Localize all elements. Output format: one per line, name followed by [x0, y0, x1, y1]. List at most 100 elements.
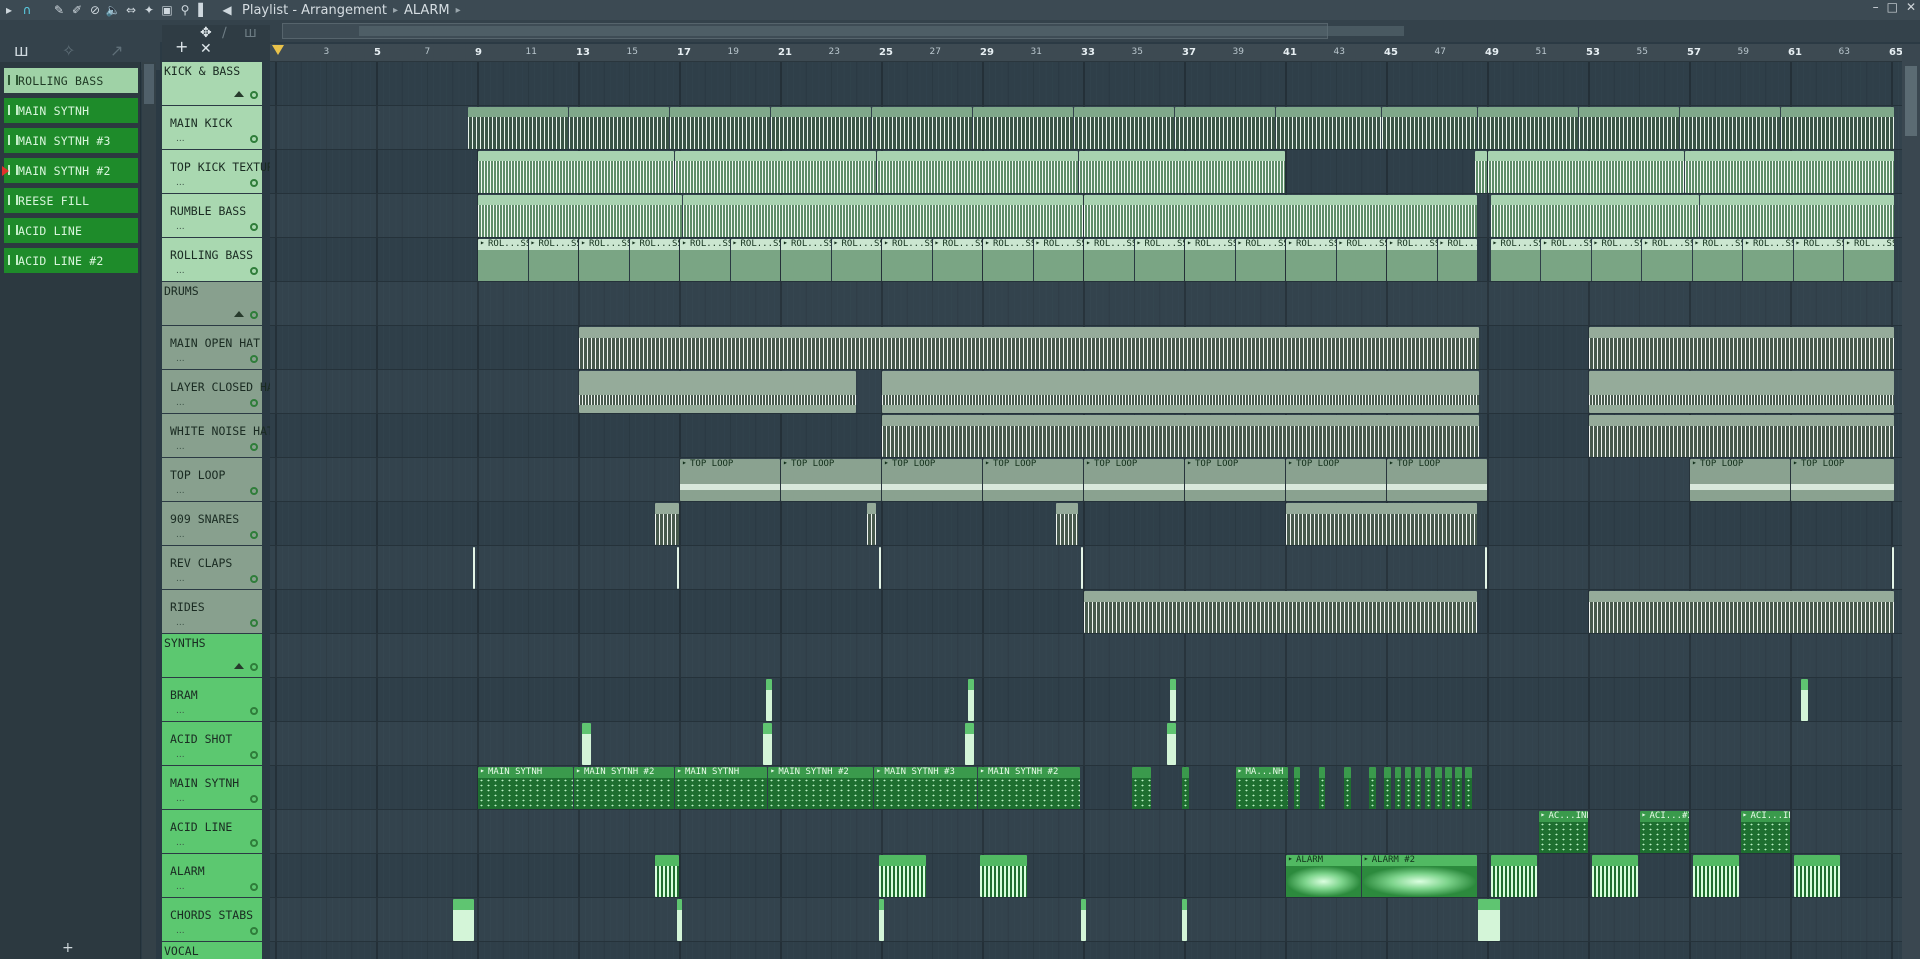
pattern-clip[interactable]	[972, 107, 1073, 149]
pattern-clip[interactable]	[1424, 767, 1432, 809]
pattern-clip[interactable]	[1174, 107, 1275, 149]
pattern-clip[interactable]: TOP LOOP	[680, 459, 780, 501]
pattern-clip[interactable]	[1078, 151, 1285, 193]
pattern-clip[interactable]	[965, 723, 975, 765]
pattern-clip[interactable]	[1369, 767, 1376, 809]
pattern-clip[interactable]	[1394, 767, 1402, 809]
track-options[interactable]: ...	[176, 706, 185, 716]
pattern-clip[interactable]: ROL...SS	[1642, 239, 1692, 281]
pattern-clip[interactable]: TOP LOOP	[1185, 459, 1285, 501]
track-header[interactable]: TOP KICK TEXTURE...	[162, 150, 281, 194]
add-track-icon[interactable]: +	[175, 37, 188, 56]
track-options[interactable]: ...	[176, 398, 185, 408]
pattern-clip[interactable]	[882, 371, 1480, 413]
pattern-clip[interactable]	[1692, 855, 1740, 897]
pattern-clip[interactable]: TOP LOOP	[1084, 459, 1184, 501]
pattern-view-icon[interactable]: ш	[14, 41, 29, 60]
mute-tool-icon[interactable]: 🔈	[104, 1, 122, 19]
pattern-clip[interactable]	[1488, 151, 1684, 193]
timeline-ruler[interactable]: 3 5 7 9 11 13 15 17 19 21 23 25 27 29 31 33 35 37 39 41 43 45…	[270, 44, 1903, 62]
track-mute-led-icon[interactable]	[250, 883, 258, 891]
picker-item[interactable]: MAIN SYTNH	[4, 98, 138, 123]
picker-scroll-thumb[interactable]	[144, 64, 154, 104]
track-header[interactable]: WHITE NOISE HAT...	[162, 414, 274, 458]
pattern-clip[interactable]: ROL...SS	[1235, 239, 1285, 281]
pattern-clip[interactable]	[1578, 107, 1679, 149]
pattern-clip[interactable]: AC...INE	[1538, 811, 1588, 853]
track-lane[interactable]	[270, 282, 1902, 326]
pattern-clip[interactable]	[980, 855, 1028, 897]
pattern-clip[interactable]: ALARM	[1286, 855, 1361, 897]
pattern-clip[interactable]	[1477, 899, 1500, 941]
pattern-clip[interactable]	[1318, 767, 1326, 809]
pattern-clip[interactable]: MAIN SYTNH	[674, 767, 768, 809]
track-mute-led-icon[interactable]	[250, 707, 258, 715]
pattern-clip[interactable]: ROL...SS	[1336, 239, 1386, 281]
track-header[interactable]: ALARM...	[162, 854, 262, 898]
track-mute-led-icon[interactable]	[250, 443, 258, 451]
pattern-clip[interactable]: MAIN SYTNH #2	[573, 767, 674, 809]
collapse-group-icon[interactable]	[234, 663, 244, 669]
pattern-clip[interactable]: ROL...SS	[1437, 239, 1477, 281]
move-icon[interactable]: ✥	[200, 25, 212, 41]
track-header[interactable]: CHORDS STABS...	[162, 898, 262, 942]
slip-tool-icon[interactable]: ⇔	[122, 1, 140, 19]
pattern-clip[interactable]: ROL...SS	[1541, 239, 1591, 281]
pattern-clip[interactable]	[1591, 855, 1639, 897]
pattern-clip[interactable]	[1182, 767, 1190, 809]
maximize-button[interactable]: □	[1887, 0, 1898, 14]
pattern-clip[interactable]	[677, 899, 682, 941]
track-header[interactable]: MAIN OPEN HAT...	[162, 326, 262, 370]
pattern-clip[interactable]: ROL...SS	[831, 239, 881, 281]
track-mute-led-icon[interactable]	[250, 751, 258, 759]
picker-item[interactable]: REESE FILL	[4, 188, 138, 213]
pattern-clip[interactable]	[1404, 767, 1412, 809]
pattern-clip[interactable]	[765, 679, 773, 721]
zoom-tool-icon[interactable]: ⚲	[176, 1, 194, 19]
pencil-tool-icon[interactable]: ✎	[50, 1, 68, 19]
audio-view-icon[interactable]: ✧	[62, 41, 75, 60]
track-options[interactable]: ...	[176, 926, 185, 936]
track-header[interactable]: BRAM...	[162, 678, 262, 722]
pattern-clip[interactable]: ROL...SS	[528, 239, 578, 281]
track-mute-led-icon[interactable]	[250, 91, 258, 99]
track-lane[interactable]	[270, 546, 1902, 590]
collapse-group-icon[interactable]	[234, 91, 244, 97]
playhead-marker-icon[interactable]	[272, 45, 284, 55]
playback-tool-icon[interactable]: ▌	[194, 1, 212, 19]
pattern-clip[interactable]	[1679, 107, 1780, 149]
pattern-clip[interactable]	[866, 503, 876, 545]
track-mute-led-icon[interactable]	[250, 531, 258, 539]
pattern-clip[interactable]: ACI...INE	[1740, 811, 1790, 853]
pattern-clip[interactable]	[1081, 899, 1086, 941]
pattern-clip[interactable]: TOP LOOP	[781, 459, 881, 501]
track-lane[interactable]	[270, 722, 1902, 766]
paint-brush-icon[interactable]: ✐	[68, 1, 86, 19]
pattern-clip[interactable]	[1892, 547, 1894, 589]
vertical-scrollbar[interactable]	[1902, 44, 1920, 959]
track-header[interactable]: RUMBLE BASS...	[162, 194, 262, 238]
pattern-clip[interactable]: TOP LOOP	[1286, 459, 1386, 501]
track-options[interactable]: ...	[176, 442, 185, 452]
pattern-clip[interactable]	[1182, 899, 1187, 941]
delete-tool-icon[interactable]: ⊘	[86, 1, 104, 19]
track-mute-led-icon[interactable]	[250, 223, 258, 231]
pattern-clip[interactable]	[879, 899, 884, 941]
breadcrumb-pattern[interactable]: ALARM	[404, 3, 450, 18]
track-lane[interactable]	[270, 898, 1902, 942]
minimize-button[interactable]: –	[1873, 0, 1879, 14]
picker-item[interactable]: MAIN SYTNH #2	[2, 158, 138, 183]
pattern-clip[interactable]	[1780, 107, 1894, 149]
pattern-clip[interactable]	[654, 503, 679, 545]
pattern-clip[interactable]	[579, 371, 856, 413]
pattern-clip[interactable]: ROL...SS	[1692, 239, 1743, 281]
pattern-clip[interactable]	[1465, 767, 1472, 809]
picker-scrollbar[interactable]	[142, 62, 156, 959]
pattern-clip[interactable]: TOP LOOP	[1387, 459, 1487, 501]
pattern-clip[interactable]: MAIN SYTNH #2	[977, 767, 1081, 809]
track-lane[interactable]	[270, 678, 1902, 722]
track-options[interactable]: ...	[176, 750, 185, 760]
arrangement-grid[interactable]: ROL...SSROL...SSROL...SSROL...SSROL...SS…	[270, 62, 1902, 959]
track-options[interactable]: ...	[176, 618, 185, 628]
pattern-clip[interactable]	[1589, 591, 1894, 633]
